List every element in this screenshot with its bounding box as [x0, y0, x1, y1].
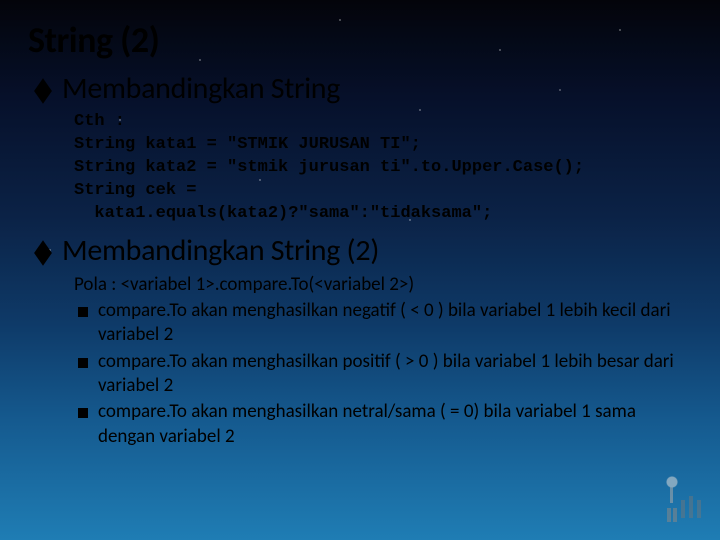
diamond-bullet-icon [34, 240, 52, 265]
diamond-bullet-icon [34, 78, 52, 103]
list-item: compare.To akan menghasilkan positif ( >… [74, 350, 692, 399]
square-bullet-icon [78, 307, 88, 317]
pattern-line: Pola : <variabel 1>.compare.To(<variabel… [74, 273, 692, 297]
square-bullet-icon [78, 358, 88, 368]
section-1-header: Membandingkan String [34, 70, 692, 111]
section-2-body: Pola : <variabel 1>.compare.To(<variabel… [74, 273, 692, 449]
section-2-header: Membandingkan String (2) [34, 232, 692, 273]
section-2-heading: Membandingkan String (2) [62, 232, 379, 269]
list-item: compare.To akan menghasilkan netral/sama… [74, 400, 692, 449]
square-bullet-icon [78, 408, 88, 418]
section-1-heading: Membandingkan String [62, 70, 340, 107]
code-example: Cth : String kata1 = "STMIK JURUSAN TI";… [74, 111, 692, 226]
bullet-text: compare.To akan menghasilkan positif ( >… [98, 350, 692, 399]
bullet-text: compare.To akan menghasilkan negatif ( <… [98, 299, 692, 348]
bullet-text: compare.To akan menghasilkan netral/sama… [98, 400, 692, 449]
slide-title: String (2) [28, 18, 692, 62]
slide: String (2) Membandingkan String Cth : St… [0, 0, 720, 540]
list-item: compare.To akan menghasilkan negatif ( <… [74, 299, 692, 348]
